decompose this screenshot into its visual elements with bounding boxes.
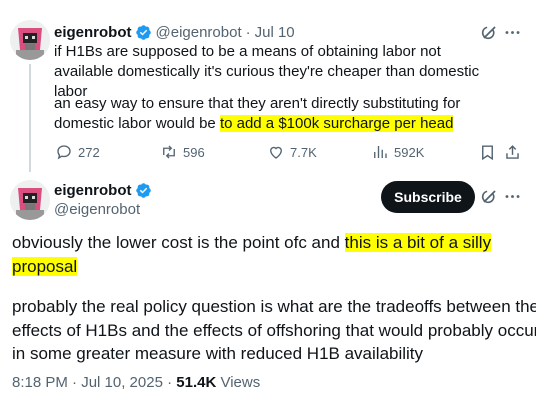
- more-button[interactable]: [503, 23, 522, 47]
- parent-header: eigenrobot @eigenrobot · Jul 10: [54, 22, 295, 42]
- subscribe-button[interactable]: Subscribe: [381, 181, 475, 213]
- tweet-date[interactable]: Jul 10: [255, 24, 295, 41]
- reply-action[interactable]: 272: [55, 143, 100, 161]
- views-count: 592K: [394, 144, 425, 160]
- main-text-highlight-b: proposal: [12, 257, 78, 276]
- grok-icon: [481, 26, 496, 40]
- share-icon: [506, 145, 519, 159]
- more-icon: [505, 195, 520, 198]
- main-text-line1: obviously the lower cost is the point of…: [12, 231, 492, 255]
- thread-connector: [29, 64, 31, 172]
- bookmark-icon: [482, 145, 493, 161]
- author-handle[interactable]: @eigenrobot: [156, 24, 242, 41]
- repost-action[interactable]: 596: [160, 143, 205, 161]
- views-label: Views: [220, 374, 261, 391]
- robot-avatar-icon: [10, 20, 50, 60]
- reply-count: 272: [78, 144, 100, 160]
- main-text-plain: obviously the lower cost is the point of…: [12, 233, 340, 252]
- like-icon: [270, 146, 282, 159]
- views-icon: [374, 146, 387, 158]
- more-icon: [505, 31, 520, 34]
- views-number: 51.4K: [176, 374, 217, 391]
- robot-avatar-icon: [10, 180, 50, 220]
- author-handle[interactable]: @eigenrobot: [54, 201, 140, 218]
- parent-text-highlight: to add a $100k surcharge per head: [219, 115, 454, 132]
- views-action[interactable]: 592K: [371, 143, 424, 161]
- like-count: 7.7K: [290, 144, 317, 160]
- parent-text-para1: if H1Bs are supposed to be a means of ob…: [54, 43, 480, 100]
- bookmark-button[interactable]: [478, 143, 497, 167]
- verified-icon: [135, 183, 151, 198]
- avatar-parent[interactable]: [10, 20, 50, 60]
- like-action[interactable]: 7.7K: [267, 143, 317, 161]
- main-text-highlight-a: this is a bit of a silly: [344, 233, 492, 252]
- main-text-para2-line1: probably the real policy question is wha…: [12, 297, 536, 316]
- tweet-meta: 8:18 PM · Jul 10, 2025 · 51.4K Views: [12, 374, 260, 391]
- main-text-para2-line3: in some greater measure with reduced H1B…: [12, 344, 424, 363]
- separator-dot: ·: [245, 23, 251, 41]
- avatar-main[interactable]: [10, 180, 50, 220]
- parent-text-para2: an easy way to ensure that they aren't d…: [54, 94, 494, 134]
- author-name[interactable]: eigenrobot: [54, 182, 132, 199]
- main-text-line2: proposal: [12, 255, 78, 279]
- verified-icon: [135, 24, 151, 40]
- author-name[interactable]: eigenrobot: [54, 24, 132, 41]
- reply-icon: [57, 145, 71, 160]
- tweet-timestamp[interactable]: 8:18 PM · Jul 10, 2025: [12, 374, 163, 391]
- more-button[interactable]: [503, 187, 522, 211]
- grok-button[interactable]: [480, 187, 499, 211]
- separator-dot: ·: [167, 374, 173, 391]
- repost-count: 596: [183, 144, 205, 160]
- share-button[interactable]: [503, 143, 522, 167]
- grok-icon: [481, 190, 496, 204]
- main-author-row: eigenrobot: [54, 182, 152, 199]
- main-text-para2-line2: effects of H1Bs and the effects of offsh…: [12, 321, 536, 340]
- repost-icon: [163, 145, 175, 159]
